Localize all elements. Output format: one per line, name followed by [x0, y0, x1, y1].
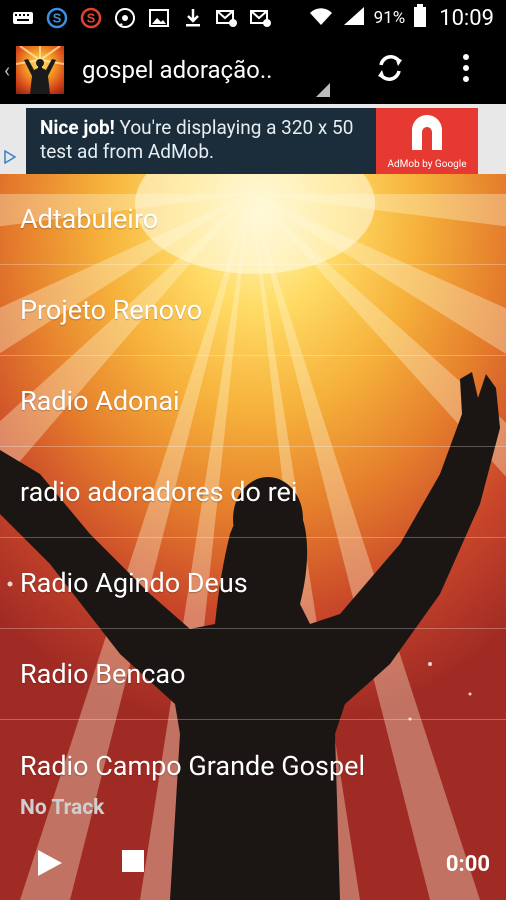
svg-text:S: S	[53, 11, 62, 26]
ad-caption: AdMob by Google	[387, 159, 467, 170]
playback-time: 0:00	[445, 852, 490, 877]
refresh-icon	[373, 51, 407, 89]
battery-percent: 91%	[373, 8, 406, 28]
clock: 10:09	[439, 5, 494, 31]
mail-alert-icon	[250, 7, 272, 29]
s-app-icon: S	[80, 7, 102, 29]
station-item[interactable]: radio adoradores do rei	[0, 447, 506, 538]
battery-icon	[413, 3, 427, 33]
svg-text:S: S	[87, 11, 96, 26]
wifi-icon	[308, 5, 334, 32]
player-bar: No Track 0:00	[0, 790, 506, 900]
signal-icon	[342, 5, 366, 32]
play-icon	[38, 850, 62, 876]
track-title: No Track	[20, 796, 105, 820]
ad-text: Nice job! You're displaying a 320 x 50 t…	[40, 116, 380, 164]
overflow-menu-icon	[461, 53, 471, 87]
station-item[interactable]: Radio Agindo Deus	[0, 538, 506, 629]
admob-logo[interactable]: AdMob by Google	[376, 108, 478, 174]
overflow-menu-button[interactable]	[436, 36, 496, 104]
whatsapp-icon	[114, 7, 136, 29]
station-item[interactable]: Radio Adonai	[0, 356, 506, 447]
action-bar: ‹ gospel adoração..	[0, 36, 506, 104]
station-item[interactable]: Radio Bencao	[0, 629, 506, 720]
stop-button[interactable]	[122, 850, 144, 872]
mail-icon	[216, 7, 238, 29]
dropdown-triangle-icon[interactable]	[316, 83, 330, 97]
skype-icon: S	[46, 7, 68, 29]
download-icon	[182, 7, 204, 29]
station-item[interactable]: Adtabuleiro	[0, 174, 506, 265]
refresh-button[interactable]	[360, 36, 420, 104]
ad-content[interactable]: Nice job! You're displaying a 320 x 50 t…	[26, 108, 478, 174]
page-title[interactable]: gospel adoração..	[82, 56, 273, 84]
ad-headline: Nice job!	[40, 116, 115, 139]
station-list: Adtabuleiro Projeto Renovo Radio Adonai rad…	[0, 174, 506, 811]
up-chevron-icon[interactable]: ‹	[4, 58, 14, 82]
gallery-icon	[148, 7, 170, 29]
app-logo[interactable]	[16, 46, 64, 94]
ad-banner[interactable]: Nice job! You're displaying a 320 x 50 t…	[0, 104, 506, 174]
station-item[interactable]: Projeto Renovo	[0, 265, 506, 356]
ad-choices-icon[interactable]	[4, 149, 18, 166]
status-bar: S S 91% 10:09	[0, 0, 506, 36]
play-button[interactable]	[32, 846, 66, 880]
keyboard-icon	[12, 7, 34, 29]
